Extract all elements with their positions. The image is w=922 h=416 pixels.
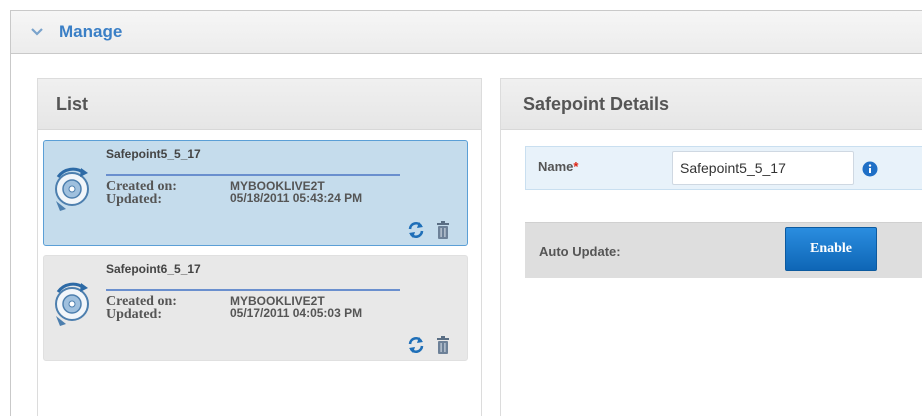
disk-restore-icon [50, 165, 100, 215]
safepoint-name: Safepoint6_5_17 [106, 262, 201, 276]
trash-icon[interactable] [435, 336, 453, 354]
updated-label: Updated: [106, 192, 163, 207]
info-icon[interactable] [862, 161, 878, 177]
updated-value: 05/17/2011 04:05:03 PM [230, 306, 363, 320]
list-title: List [38, 79, 481, 130]
safepoint-details-panel: Safepoint Details Name* Auto Update: Ena… [500, 78, 922, 416]
name-label: Name* [538, 159, 579, 174]
details-title: Safepoint Details [501, 79, 922, 130]
auto-update-label: Auto Update: [539, 244, 621, 259]
updated-value: 05/18/2011 05:43:24 PM [230, 191, 363, 205]
divider [106, 289, 400, 291]
name-input[interactable] [672, 151, 854, 185]
name-field-row: Name* [525, 146, 922, 190]
chevron-down-icon[interactable] [29, 24, 45, 40]
manage-section-header[interactable]: Manage [10, 10, 922, 54]
safepoint-item[interactable]: Safepoint5_5_17 Created on: Updated: MYB… [43, 140, 468, 246]
trash-icon[interactable] [435, 221, 453, 239]
enable-button[interactable]: Enable [785, 227, 877, 271]
refresh-icon[interactable] [407, 221, 425, 239]
required-mark: * [573, 159, 579, 174]
disk-restore-icon [50, 280, 100, 330]
safepoint-name: Safepoint5_5_17 [106, 147, 201, 161]
safepoint-list-panel: List Safepoint5_5_17 Created on: Updated… [37, 78, 482, 416]
manage-title[interactable]: Manage [59, 22, 122, 42]
auto-update-row: Auto Update: Enable [525, 222, 922, 278]
safepoint-item[interactable]: Safepoint6_5_17 Created on: Updated: MYB… [43, 255, 468, 361]
refresh-icon[interactable] [407, 336, 425, 354]
updated-label: Updated: [106, 307, 163, 322]
divider [106, 174, 400, 176]
